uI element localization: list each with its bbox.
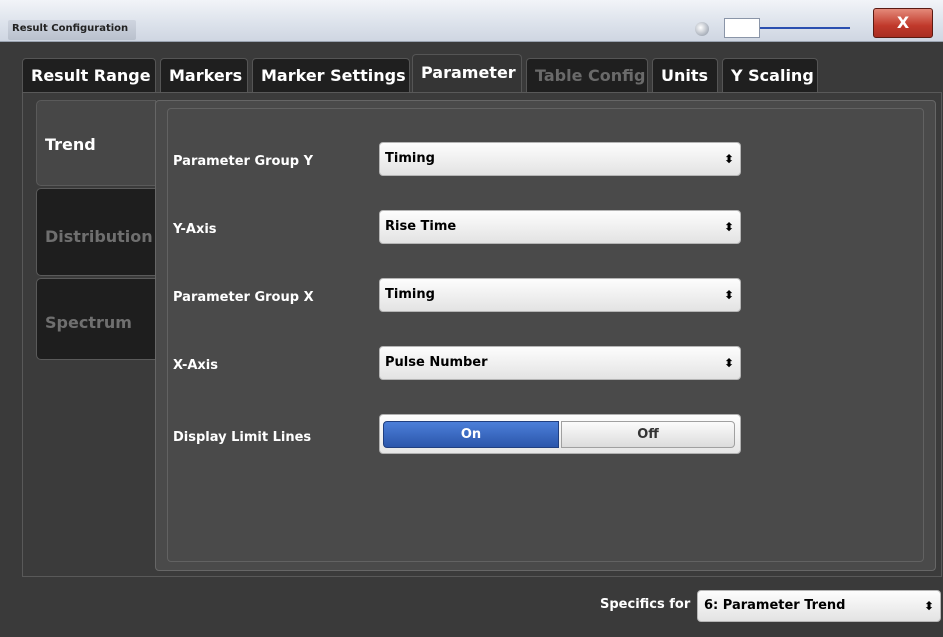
transparency-icon [695, 22, 709, 36]
param-group-y-label: Parameter Group Y [173, 154, 313, 169]
specifics-for-label: Specifics for [600, 597, 691, 612]
limit-lines-toggle: On Off [379, 414, 741, 454]
title-bar[interactable]: Result Configuration X [0, 0, 943, 42]
x-axis-value: Pulse Number [385, 355, 488, 370]
tab-marker-settings[interactable]: Marker Settings [252, 58, 410, 92]
param-group-x-label: Parameter Group X [173, 290, 314, 305]
param-group-y-value: Timing [385, 151, 435, 166]
limit-lines-on-button[interactable]: On [383, 421, 559, 448]
param-group-x-select[interactable]: Timing ⬍ [379, 278, 741, 312]
result-configuration-dialog: Result Configuration X Result Range Mark… [0, 0, 943, 637]
sidetab-distribution[interactable]: Distribution [36, 188, 156, 276]
specifics-for-select[interactable]: 6: Parameter Trend ⬍ [697, 590, 941, 622]
select-arrows-icon: ⬍ [723, 356, 734, 370]
limit-lines-label: Display Limit Lines [173, 430, 312, 445]
transparency-slider[interactable] [722, 18, 862, 38]
specifics-for-value: 6: Parameter Trend [704, 598, 846, 613]
tab-result-range[interactable]: Result Range [22, 58, 156, 92]
y-axis-value: Rise Time [385, 219, 457, 234]
x-axis-label: X-Axis [173, 358, 218, 373]
trend-settings-inner [167, 108, 924, 562]
select-arrows-icon: ⬍ [723, 288, 734, 302]
close-button[interactable]: X [873, 8, 933, 38]
tab-table-config[interactable]: Table Config [526, 58, 648, 92]
sidetab-trend[interactable]: Trend [36, 100, 156, 186]
limit-lines-off-button[interactable]: Off [561, 421, 735, 448]
tab-y-scaling[interactable]: Y Scaling [722, 58, 818, 92]
slider-thumb[interactable] [724, 18, 760, 38]
select-arrows-icon: ⬍ [723, 152, 734, 166]
param-group-x-value: Timing [385, 287, 435, 302]
y-axis-label: Y-Axis [173, 222, 217, 237]
y-axis-select[interactable]: Rise Time ⬍ [379, 210, 741, 244]
tab-markers[interactable]: Markers [160, 58, 248, 92]
slider-track [752, 27, 850, 29]
sidetab-spectrum[interactable]: Spectrum [36, 278, 156, 360]
tab-parameter[interactable]: Parameter [412, 54, 522, 92]
select-arrows-icon: ⬍ [723, 220, 734, 234]
x-axis-select[interactable]: Pulse Number ⬍ [379, 346, 741, 380]
select-arrows-icon: ⬍ [923, 599, 934, 613]
window-title: Result Configuration [8, 20, 137, 40]
param-group-y-select[interactable]: Timing ⬍ [379, 142, 741, 176]
tab-units[interactable]: Units [652, 58, 718, 92]
